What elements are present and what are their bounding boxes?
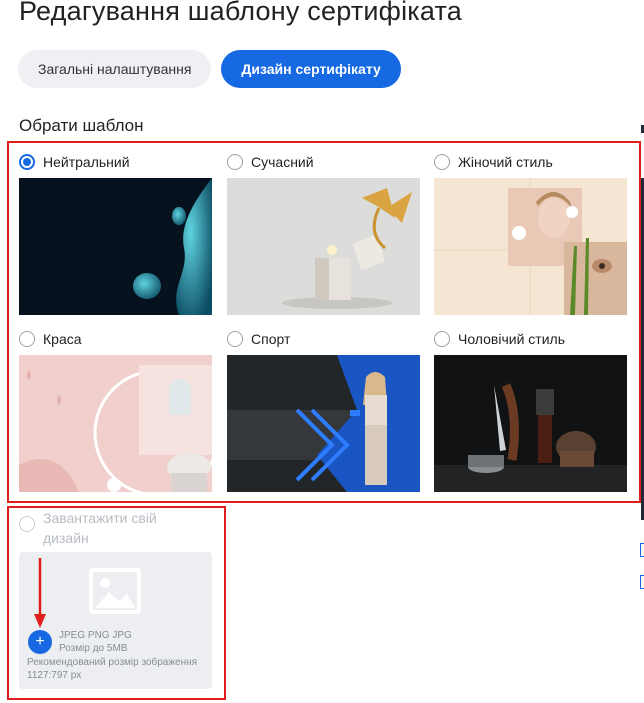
page-title: Редагування шаблону сертифіката	[19, 0, 462, 26]
add-file-button[interactable]: +	[28, 630, 52, 654]
radio-sport[interactable]	[227, 331, 243, 347]
radio-modern[interactable]	[227, 154, 243, 170]
template-thumb-neutral[interactable]	[19, 178, 212, 315]
template-thumb-modern[interactable]	[227, 178, 420, 315]
radio-neutral[interactable]	[19, 154, 35, 170]
radio-upload[interactable]	[19, 516, 35, 532]
template-label: Спорт	[251, 331, 291, 347]
template-option-beauty[interactable]: Краса	[19, 327, 212, 492]
template-label: Нейтральний	[43, 154, 130, 170]
upload-recommended-size: Рекомендований розмір зображення 1127:79…	[27, 657, 198, 681]
template-thumb-sport[interactable]	[227, 355, 420, 492]
template-label: Краса	[43, 331, 82, 347]
image-placeholder-icon	[89, 568, 141, 614]
template-label: Чоловічий стиль	[458, 331, 565, 347]
upload-option[interactable]: Завантажити свій дизайн	[19, 508, 193, 548]
template-option-neutral[interactable]: Нейтральний	[19, 150, 212, 315]
template-thumb-beauty[interactable]	[19, 355, 212, 492]
template-option-sport[interactable]: Спорт	[227, 327, 420, 492]
upload-formats: JPEG PNG JPG	[59, 630, 132, 641]
template-label: Сучасний	[251, 154, 314, 170]
radio-feminine[interactable]	[434, 154, 450, 170]
annotation-arrow-icon	[34, 558, 46, 628]
tab-certificate-design[interactable]: Дизайн сертифікату	[221, 50, 401, 88]
upload-max-size: Розмір до 5MB	[59, 643, 128, 654]
template-grid: Нейтральний Сучасний Жіночий стиль Краса…	[19, 150, 629, 495]
tab-bar: Загальні налаштування Дизайн сертифікату	[18, 50, 401, 88]
template-thumb-feminine[interactable]	[434, 178, 627, 315]
edge-checkbox-fragment	[640, 575, 644, 589]
tab-general-settings[interactable]: Загальні налаштування	[18, 50, 212, 88]
radio-beauty[interactable]	[19, 331, 35, 347]
upload-label: Завантажити свій дизайн	[43, 510, 157, 546]
template-option-modern[interactable]: Сучасний	[227, 150, 420, 315]
radio-masculine[interactable]	[434, 331, 450, 347]
template-option-feminine[interactable]: Жіночий стиль	[434, 150, 627, 315]
section-title: Обрати шаблон	[19, 116, 144, 135]
template-label: Жіночий стиль	[458, 154, 553, 170]
upload-dropzone[interactable]: + JPEG PNG JPG Розмір до 5MB Рекомендова…	[19, 552, 212, 689]
template-thumb-masculine[interactable]	[434, 355, 627, 492]
edge-checkbox-fragment	[640, 543, 644, 557]
template-option-masculine[interactable]: Чоловічий стиль	[434, 327, 627, 492]
